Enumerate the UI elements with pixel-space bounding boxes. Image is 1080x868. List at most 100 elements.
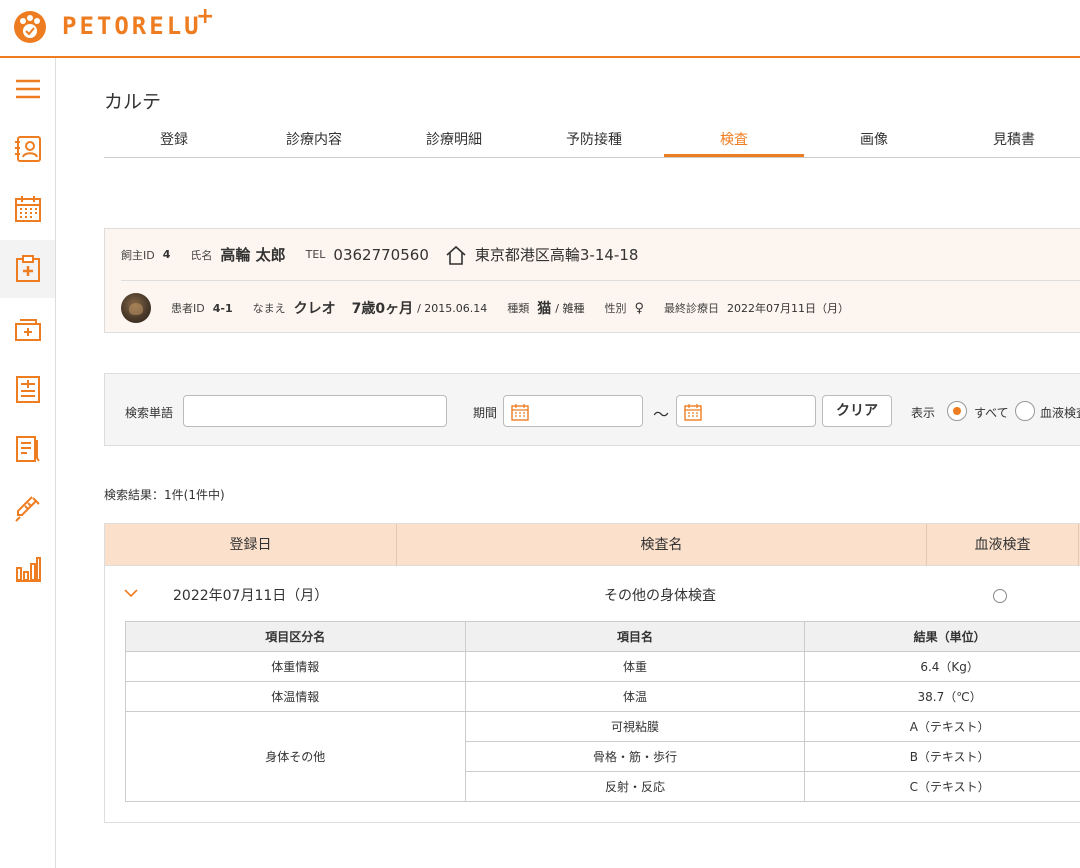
owner-name: 高輪 太郎: [220, 246, 286, 264]
detail-header-row: 項目区分名 項目名 結果（単位）: [125, 621, 1080, 652]
table-row: 体重情報 体重 6.4（Kg）: [125, 651, 1080, 682]
owner-name-label: 氏名: [190, 248, 213, 262]
logo-text: PETORELU: [62, 12, 202, 40]
sidebar-item-menu[interactable]: [0, 60, 55, 118]
detail-result: 38.7（℃）: [804, 681, 1080, 712]
sidebar-item-calendar[interactable]: [0, 180, 55, 238]
register-icon: [14, 319, 41, 341]
column-header-blood-test[interactable]: 血液検査: [927, 524, 1079, 566]
sidebar-item-document[interactable]: [0, 420, 55, 478]
last-visit-label: 最終診療日: [664, 302, 719, 315]
document-edit-icon: [15, 436, 40, 462]
logo-plus: +: [196, 4, 215, 29]
results-table: 登録日 検査名 血液検査 2022年07月11日（月） その他の身体検査 項目区…: [104, 523, 1080, 823]
patient-name-label: なまえ: [252, 302, 286, 315]
radio-blood-test-label: 血液検査: [1040, 406, 1080, 420]
syringe-icon: [14, 496, 40, 522]
tab-treatment-detail[interactable]: 診療明細: [384, 126, 524, 157]
sidebar-item-medical-record[interactable]: [0, 240, 55, 298]
result-exam-name: その他の身体検査: [604, 588, 716, 604]
result-row[interactable]: 2022年07月11日（月） その他の身体検査: [105, 567, 1080, 622]
patient-id: 4-1: [212, 301, 233, 315]
detail-header-category: 項目区分名: [125, 621, 466, 652]
period-to-input[interactable]: [676, 395, 816, 427]
calendar-icon[interactable]: [684, 403, 702, 421]
tab-vaccination[interactable]: 予防接種: [524, 126, 664, 157]
clear-button[interactable]: クリア: [822, 395, 892, 427]
sidebar-item-statistics[interactable]: [0, 540, 55, 598]
search-panel: 検索単語 期間 ～ クリア 表示 すべて 血液検査: [104, 373, 1080, 446]
tab-bar: 登録 診療内容 診療明細 予防接種 検査 画像 見積書: [104, 126, 1080, 158]
sex-label: 性別: [604, 302, 627, 315]
last-visit-date: 2022年07月11日（月）: [727, 302, 849, 315]
paw-logo-icon: [14, 11, 46, 43]
result-count: 検索結果：1件(1件中): [104, 488, 225, 502]
page-title: カルテ: [104, 91, 162, 113]
result-date: 2022年07月11日（月）: [173, 588, 329, 604]
chevron-down-icon[interactable]: [123, 587, 139, 599]
detail-header-item: 項目名: [464, 621, 806, 652]
owner-patient-card: 飼主ID 4 氏名 高輪 太郎 TEL 0362770560 東京都港区高輪3-…: [104, 228, 1080, 333]
radio-all[interactable]: [947, 401, 967, 421]
radio-all-label: すべて: [974, 406, 1009, 420]
detail-result: B（テキスト）: [804, 741, 1080, 772]
species-label: 種類: [507, 302, 530, 315]
tab-estimate[interactable]: 見積書: [944, 126, 1080, 157]
patient-breed: / 雑種: [555, 302, 585, 315]
detail-item: 体温: [464, 681, 806, 712]
tel-label: TEL: [305, 248, 326, 261]
patient-row: 患者ID 4-1 なまえ クレオ 7歳0ヶ月 / 2015.06.14 種類 猫…: [121, 282, 1080, 334]
sidebar-item-owner[interactable]: [0, 120, 55, 178]
keyword-label: 検索単語: [125, 406, 174, 420]
sidebar-item-list[interactable]: [0, 360, 55, 418]
house-icon: [446, 245, 466, 265]
detail-header-result: 結果（単位）: [804, 621, 1080, 652]
clipboard-list-icon: [15, 376, 40, 403]
detail-category: 体重情報: [125, 651, 466, 682]
sidebar: [0, 58, 56, 868]
owner-row: 飼主ID 4 氏名 高輪 太郎 TEL 0362770560 東京都港区高輪3-…: [121, 229, 1080, 281]
patient-birth: / 2015.06.14: [417, 301, 488, 315]
patient-avatar: [121, 293, 151, 323]
detail-result: 6.4（Kg）: [804, 651, 1080, 682]
tab-register[interactable]: 登録: [104, 126, 244, 157]
owner-id: 4: [162, 248, 171, 261]
blood-test-indicator: [993, 589, 1007, 603]
owner-address: 東京都港区高輪3-14-18: [474, 246, 639, 264]
detail-item: 可視粘膜: [464, 711, 806, 742]
medical-record-icon: [15, 255, 40, 282]
calendar-icon: [14, 196, 41, 222]
table-row: 体温情報 体温 38.7（℃）: [125, 681, 1080, 712]
patient-species: 猫: [537, 301, 552, 317]
period-from-input[interactable]: [503, 395, 643, 427]
tab-images[interactable]: 画像: [804, 126, 944, 157]
owner-id-label: 飼主ID: [121, 248, 155, 262]
patient-age: 7歳0ヶ月: [351, 301, 414, 317]
patient-sex: ♀: [634, 300, 644, 316]
hamburger-menu-icon: [15, 79, 40, 99]
patient-name: クレオ: [293, 301, 336, 317]
detail-item: 骨格・筋・歩行: [464, 741, 806, 772]
sidebar-item-vaccination[interactable]: [0, 480, 55, 538]
detail-result: C（テキスト）: [804, 771, 1080, 802]
display-label: 表示: [911, 406, 936, 420]
result-detail-table: 項目区分名 項目名 結果（単位） 体重情報 体重 6.4（Kg） 体温情報 体温…: [125, 621, 1080, 802]
tab-treatment[interactable]: 診療内容: [244, 126, 384, 157]
table-row: 身体その他 可視粘膜 A（テキスト）: [125, 711, 1080, 802]
calendar-icon[interactable]: [511, 403, 529, 421]
contact-card-icon: [14, 136, 41, 162]
results-header: 登録日 検査名 血液検査: [105, 524, 1080, 566]
tab-examination[interactable]: 検査: [664, 126, 804, 157]
keyword-input[interactable]: [183, 395, 447, 427]
patient-id-label: 患者ID: [171, 302, 205, 315]
bar-chart-icon: [15, 557, 41, 582]
column-header-exam-name[interactable]: 検査名: [397, 524, 927, 566]
detail-category: 身体その他: [125, 711, 466, 802]
detail-category: 体温情報: [125, 681, 466, 712]
range-separator: ～: [653, 405, 670, 424]
column-header-date[interactable]: 登録日: [105, 524, 397, 566]
detail-item: 体重: [464, 651, 806, 682]
radio-blood-test[interactable]: [1015, 401, 1035, 421]
owner-tel: 0362770560: [333, 245, 429, 264]
sidebar-item-register[interactable]: [0, 300, 55, 358]
